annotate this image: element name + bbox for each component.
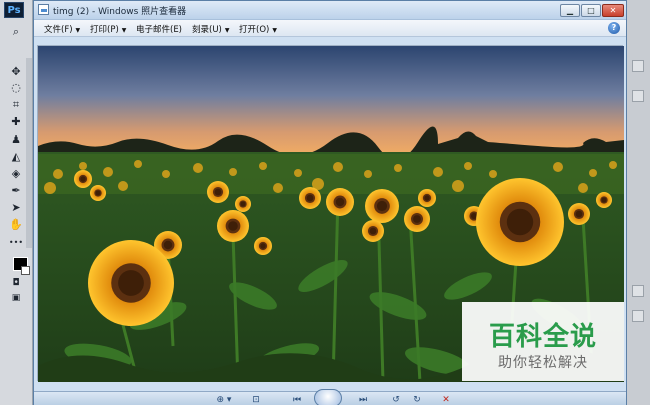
chevron-down-icon: ▼ (121, 27, 127, 34)
crop-tool-icon[interactable]: ⌗ (7, 98, 25, 112)
menu-burn[interactable]: 刻录(U) ▼ (192, 23, 229, 35)
chevron-down-icon: ▼ (272, 27, 277, 34)
window-title: timg (2) - Windows 照片查看器 (53, 7, 187, 17)
watermark-subtitle: 助你轻松解决 (498, 355, 588, 371)
delete-button[interactable]: ✕ (439, 395, 453, 405)
panel-button[interactable] (632, 310, 644, 322)
photoshop-toolbar: Ps ⌕ ✥ ◌ ⌗ ✚ ♟ ◭ ◈ ✒ ➤ ✋ ••• ◘ ▣ (0, 0, 33, 405)
photoshop-right-panel (626, 0, 650, 405)
menu-print[interactable]: 打印(P) ▼ (90, 23, 126, 35)
menu-bar: 文件(F) ▼ 打印(P) ▼ 电子邮件(E) 刻录(U) ▼ 打开(O) ▼ ? (34, 20, 626, 37)
chevron-down-icon: ▼ (224, 27, 230, 34)
move-tool-icon[interactable]: ✥ (7, 65, 25, 79)
slideshow-button[interactable] (314, 389, 342, 405)
zoom-button[interactable]: ⊕ ▾ (209, 395, 239, 405)
next-image-button[interactable]: ⏭ (352, 395, 374, 405)
help-icon[interactable]: ? (608, 22, 620, 34)
panel-button[interactable] (632, 60, 644, 72)
screen-mode-icon[interactable]: ▣ (7, 291, 25, 305)
more-tools-icon[interactable]: ••• (7, 236, 25, 250)
minimize-button[interactable]: ▁ (560, 4, 580, 17)
search-icon[interactable]: ⌕ (7, 25, 25, 39)
panel-button[interactable] (632, 90, 644, 102)
viewer-navigation-bar: ⊕ ▾ ⊡ ⏮ ⏭ ↺ ↻ ✕ (34, 389, 626, 405)
menu-open[interactable]: 打开(O) ▼ (239, 23, 277, 35)
rotate-ccw-button[interactable]: ↺ (389, 395, 403, 405)
watermark-title: 百科全说 (488, 322, 597, 352)
photoshop-logo: Ps (4, 2, 24, 18)
healing-brush-icon[interactable]: ✚ (7, 115, 25, 129)
close-button[interactable]: ✕ (602, 4, 624, 17)
title-bar[interactable]: timg (2) - Windows 照片查看器 ▁ □ ✕ (34, 1, 626, 20)
eraser-tool-icon[interactable]: ◭ (7, 150, 25, 164)
maximize-button[interactable]: □ (581, 4, 601, 17)
chevron-down-icon: ▼ (75, 27, 81, 34)
background-color-swatch[interactable] (21, 266, 30, 275)
panel-button[interactable] (632, 285, 644, 297)
image-file-icon (38, 4, 49, 15)
previous-image-button[interactable]: ⏮ (286, 395, 308, 405)
blur-tool-icon[interactable]: ◈ (7, 167, 25, 181)
watermark-logo: 百科全说 助你轻松解决 (462, 302, 624, 381)
menu-file[interactable]: 文件(F) ▼ (44, 23, 80, 35)
toolbar-scrollbar[interactable] (26, 58, 32, 248)
quick-mask-icon[interactable]: ◘ (7, 276, 25, 290)
stamp-tool-icon[interactable]: ♟ (7, 133, 25, 147)
path-select-icon[interactable]: ➤ (7, 201, 25, 215)
fit-window-button[interactable]: ⊡ (249, 395, 263, 405)
menu-email[interactable]: 电子邮件(E) (136, 23, 182, 35)
rotate-cw-button[interactable]: ↻ (410, 395, 424, 405)
lasso-tool-icon[interactable]: ◌ (7, 81, 25, 95)
pen-tool-icon[interactable]: ✒ (7, 184, 25, 198)
hand-tool-icon[interactable]: ✋ (7, 218, 25, 232)
